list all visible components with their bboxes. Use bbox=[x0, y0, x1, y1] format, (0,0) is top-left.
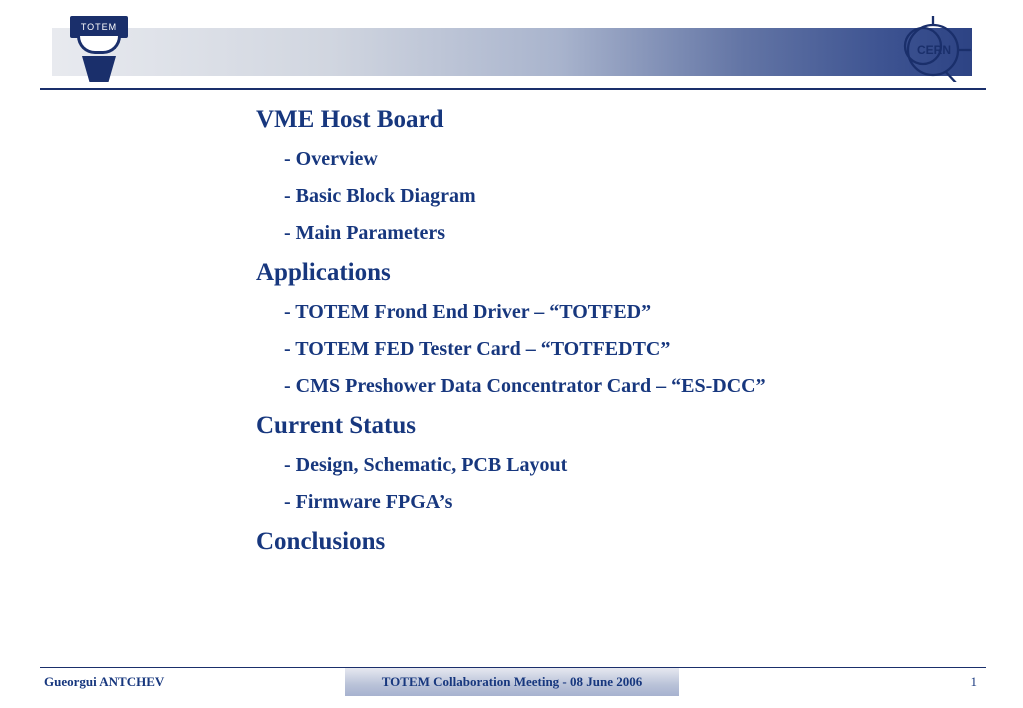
footer-meeting-band: TOTEM Collaboration Meeting - 08 June 20… bbox=[345, 668, 679, 696]
section-heading: VME Host Board bbox=[256, 106, 936, 134]
header-gradient-band bbox=[52, 28, 972, 76]
totem-logo-shape bbox=[77, 36, 121, 54]
totem-logo-shape-bottom bbox=[82, 56, 116, 82]
section-heading: Conclusions bbox=[256, 528, 936, 556]
section-heading: Current Status bbox=[256, 412, 936, 440]
cern-logo-text: CERN bbox=[917, 43, 951, 57]
footer-author: Gueorgui ANTCHEV bbox=[44, 674, 164, 690]
outline-item: - TOTEM Frond End Driver – “TOTFED” bbox=[284, 301, 936, 324]
cern-logo: CERN bbox=[883, 16, 971, 82]
outline-item: - Main Parameters bbox=[284, 222, 936, 245]
outline-item: - Basic Block Diagram bbox=[284, 185, 936, 208]
outline-item: - CMS Preshower Data Concentrator Card –… bbox=[284, 375, 936, 398]
footer-page-number: 1 bbox=[971, 674, 978, 690]
totem-logo-label: TOTEM bbox=[70, 16, 128, 38]
outline-content: VME Host Board - Overview - Basic Block … bbox=[256, 106, 936, 560]
outline-item: - Design, Schematic, PCB Layout bbox=[284, 454, 936, 477]
header-divider bbox=[40, 88, 986, 90]
totem-logo: TOTEM bbox=[68, 16, 130, 88]
outline-item: - Firmware FPGA’s bbox=[284, 491, 936, 514]
outline-item: - TOTEM FED Tester Card – “TOTFEDTC” bbox=[284, 338, 936, 361]
outline-item: - Overview bbox=[284, 148, 936, 171]
section-heading: Applications bbox=[256, 259, 936, 287]
